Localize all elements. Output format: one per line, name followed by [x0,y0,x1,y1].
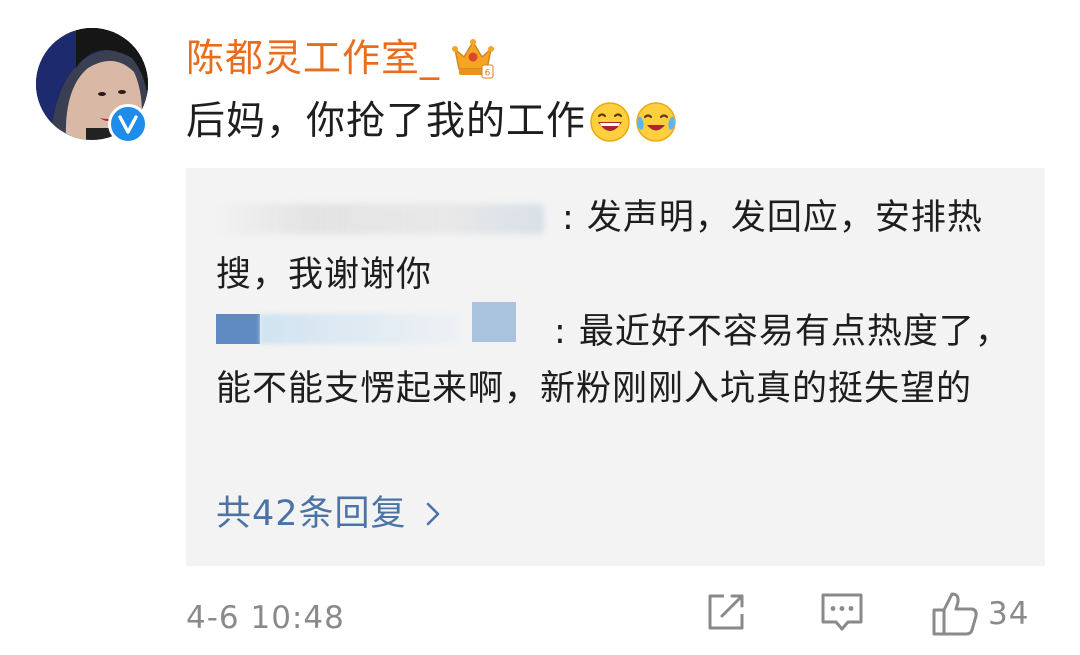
reply-count-label[interactable]: 共42条回复 [216,486,407,542]
comment-icon [821,593,863,631]
comment-row: 后妈，你抢了我的工作 [186,92,678,152]
crown-badge-icon[interactable]: 6 [450,35,496,81]
timestamp: 4-6 10:48 [186,600,345,636]
reply-text: : 最近好不容易有点热度了，能不能支愣起来啊，新粉刚刚入坑真的挺失望的 [216,312,1011,409]
verified-v-icon [118,115,138,134]
like-button[interactable]: 34 [930,590,1029,638]
view-replies-link[interactable]: 共42条回复 [216,486,441,542]
like-thumb-icon [932,592,978,636]
author-row: 陈都灵工作室_ 6 [186,30,496,86]
like-count: 34 [988,596,1030,632]
comment-text: 后妈，你抢了我的工作 [186,99,587,144]
tears-of-joy-face-icon [636,102,676,142]
chevron-right-icon [426,502,439,526]
comment-button[interactable] [818,590,866,634]
replies-panel: : 发声明，发回应，安排热搜，我谢谢你 : 最近好不容易有点热度了，能不能支愣起… [186,168,1045,566]
laughing-face-icon [590,102,630,142]
verified-badge [108,104,148,144]
share-button[interactable] [704,590,748,634]
reply-text: : 发声明，发回应，安排热搜，我谢谢你 [216,198,983,295]
svg-text:6: 6 [485,69,491,79]
author-name[interactable]: 陈都灵工作室_ [186,30,440,86]
share-icon [708,594,744,630]
